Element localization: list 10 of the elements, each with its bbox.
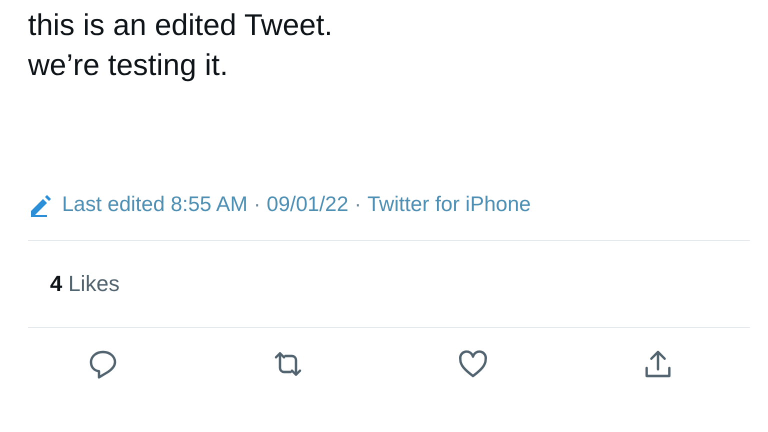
meta-link[interactable]: Twitter for iPhone (367, 193, 531, 217)
likes-count[interactable]: 4 (50, 271, 62, 297)
likes-label[interactable]: Likes (68, 271, 120, 297)
heart-icon[interactable] (456, 348, 488, 380)
tweet-text: this is an edited Tweet. (28, 8, 334, 44)
meta-link[interactable]: 09/01/22 (266, 193, 348, 217)
separator-dot: · (254, 193, 261, 217)
separator-dot: · (354, 193, 362, 217)
edited-time[interactable]: Last edited 8:55 AM (62, 193, 248, 217)
tweet-text: we’re testing it. (28, 48, 230, 84)
